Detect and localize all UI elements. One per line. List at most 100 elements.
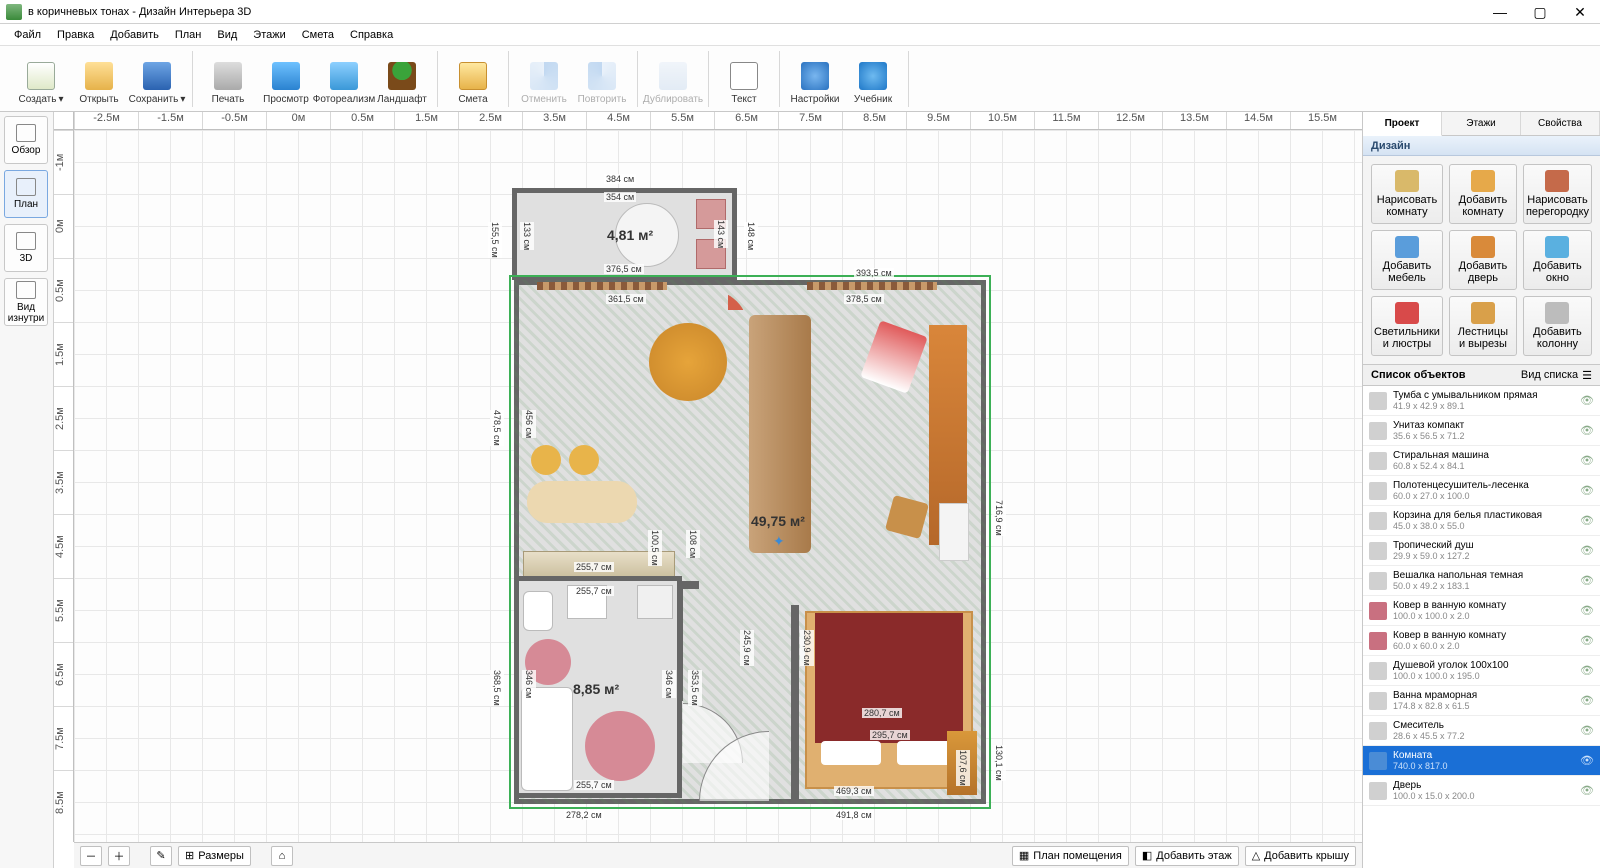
photoreal-button[interactable]: Фотореализм bbox=[315, 51, 373, 107]
object-item[interactable]: Вешалка напольная темная50.0 x 49.2 x 18… bbox=[1363, 566, 1600, 596]
visibility-icon[interactable]: 👁 bbox=[1580, 604, 1594, 617]
object-item[interactable]: Ковер в ванную комнату60.0 x 60.0 x 2.0👁 bbox=[1363, 626, 1600, 656]
stool-a[interactable] bbox=[531, 445, 561, 475]
armchair[interactable] bbox=[885, 495, 929, 539]
menu-этажи[interactable]: Этажи bbox=[245, 27, 293, 43]
ruler-tick: 2.5м bbox=[54, 386, 73, 450]
dim: 280,7 см bbox=[862, 708, 902, 718]
viewtab-plan[interactable]: План bbox=[4, 170, 48, 218]
create-button[interactable]: Создать▾ bbox=[12, 51, 70, 107]
design-btn-5[interactable]: Добавить окно bbox=[1523, 230, 1592, 290]
menu-правка[interactable]: Правка bbox=[49, 27, 102, 43]
zoom-out-button[interactable]: － bbox=[80, 846, 102, 866]
visibility-icon[interactable]: 👁 bbox=[1580, 544, 1594, 557]
design-btn-6[interactable]: Светильники и люстры bbox=[1371, 296, 1443, 356]
rp-tab-2[interactable]: Свойства bbox=[1521, 112, 1600, 135]
menu-смета[interactable]: Смета bbox=[294, 27, 342, 43]
design-btn-8[interactable]: Добавить колонну bbox=[1523, 296, 1592, 356]
design-btn-2[interactable]: Нарисовать перегородку bbox=[1523, 164, 1592, 224]
visibility-icon[interactable]: 👁 bbox=[1580, 664, 1594, 677]
preview-button[interactable]: Просмотр bbox=[257, 51, 315, 107]
toilet[interactable] bbox=[523, 591, 553, 631]
bathtub[interactable] bbox=[521, 687, 573, 791]
smeta-button[interactable]: Смета bbox=[444, 51, 502, 107]
stool-b[interactable] bbox=[569, 445, 599, 475]
add-roof-button[interactable]: △Добавить крышу bbox=[1245, 846, 1356, 866]
design-btn-7[interactable]: Лестницы и вырезы bbox=[1449, 296, 1517, 356]
object-item[interactable]: Душевой уголок 100x100100.0 x 100.0 x 19… bbox=[1363, 656, 1600, 686]
ruler-tick: 1.5м bbox=[394, 112, 458, 129]
menu-справка[interactable]: Справка bbox=[342, 27, 401, 43]
zoom-in-button[interactable]: ＋ bbox=[108, 846, 130, 866]
viewtab-3d[interactable]: 3D bbox=[4, 224, 48, 272]
visibility-icon[interactable]: 👁 bbox=[1580, 394, 1594, 407]
visibility-icon[interactable]: 👁 bbox=[1580, 634, 1594, 647]
close-button[interactable]: ✕ bbox=[1560, 0, 1600, 24]
design-btn-1[interactable]: Добавить комнату bbox=[1449, 164, 1517, 224]
settings-button[interactable]: Настройки bbox=[786, 51, 844, 107]
list-view-toggle[interactable]: Вид списка☰ bbox=[1521, 369, 1592, 382]
dim: 255,7 см bbox=[574, 780, 614, 790]
wall-seg-2[interactable] bbox=[791, 605, 799, 803]
object-item[interactable]: Полотенцесушитель-лесенка60.0 x 27.0 x 1… bbox=[1363, 476, 1600, 506]
viewtab-inside[interactable]: Вид изнутри bbox=[4, 278, 48, 326]
object-item[interactable]: Стиральная машина60.8 x 52.4 x 84.1👁 bbox=[1363, 446, 1600, 476]
add-floor-button[interactable]: ◧Добавить этаж bbox=[1135, 846, 1239, 866]
sizes-button[interactable]: ⊞Размеры bbox=[178, 846, 251, 866]
room-bath[interactable]: 8,85 м² bbox=[514, 576, 682, 798]
object-item[interactable]: Корзина для белья пластиковая45.0 x 38.0… bbox=[1363, 506, 1600, 536]
visibility-icon[interactable]: 👁 bbox=[1580, 754, 1594, 767]
object-item[interactable]: Тропический душ29.9 x 59.0 x 127.2👁 bbox=[1363, 536, 1600, 566]
save-button[interactable]: Сохранить▾ bbox=[128, 51, 186, 107]
washer[interactable] bbox=[637, 585, 673, 619]
object-item[interactable]: Унитаз компакт35.6 x 56.5 x 71.2👁 bbox=[1363, 416, 1600, 446]
design-btn-0[interactable]: Нарисовать комнату bbox=[1371, 164, 1443, 224]
print-button[interactable]: Печать bbox=[199, 51, 257, 107]
object-item[interactable]: Смеситель28.6 x 45.5 x 77.2👁 bbox=[1363, 716, 1600, 746]
visibility-icon[interactable]: 👁 bbox=[1580, 424, 1594, 437]
object-item[interactable]: Дверь100.0 x 15.0 x 200.0👁 bbox=[1363, 776, 1600, 806]
floor-plan-canvas[interactable]: 4,81 м² 384 см 354 см 376,5 см 155,5 см … bbox=[74, 130, 1362, 842]
visibility-icon[interactable]: 👁 bbox=[1580, 574, 1594, 587]
landscape-button[interactable]: Ландшафт bbox=[373, 51, 431, 107]
object-item[interactable]: Ковер в ванную комнату100.0 x 100.0 x 2.… bbox=[1363, 596, 1600, 626]
design-btn-3[interactable]: Добавить мебель bbox=[1371, 230, 1443, 290]
visibility-icon[interactable]: 👁 bbox=[1580, 784, 1594, 797]
corner-shelf[interactable] bbox=[707, 289, 749, 331]
object-item[interactable]: Комната740.0 x 817.0👁 bbox=[1363, 746, 1600, 776]
visibility-icon[interactable]: 👁 bbox=[1580, 724, 1594, 737]
menu-добавить[interactable]: Добавить bbox=[102, 27, 167, 43]
rp-tab-1[interactable]: Этажи bbox=[1442, 112, 1521, 135]
window-controls: — ▢ ✕ bbox=[1480, 0, 1600, 24]
maximize-button[interactable]: ▢ bbox=[1520, 0, 1560, 24]
menubar: ФайлПравкаДобавитьПланВидЭтажиСметаСправ… bbox=[0, 24, 1600, 46]
tutorial-button[interactable]: Учебник bbox=[844, 51, 902, 107]
open-button[interactable]: Открыть bbox=[70, 51, 128, 107]
counter[interactable] bbox=[527, 481, 637, 523]
home-button[interactable]: ⌂ bbox=[271, 846, 293, 866]
design-btn-4[interactable]: Добавить дверь bbox=[1449, 230, 1517, 290]
object-list[interactable]: Тумба с умывальником прямая41.9 x 42.9 x… bbox=[1363, 386, 1600, 868]
menu-план[interactable]: План bbox=[167, 27, 210, 43]
menu-файл[interactable]: Файл bbox=[6, 27, 49, 43]
visibility-icon[interactable]: 👁 bbox=[1580, 694, 1594, 707]
visibility-icon[interactable]: 👁 bbox=[1580, 484, 1594, 497]
ruler-tick: -1.5м bbox=[138, 112, 202, 129]
rp-tab-0[interactable]: Проект bbox=[1363, 112, 1442, 136]
bath-rug[interactable] bbox=[585, 711, 655, 781]
visibility-icon[interactable]: 👁 bbox=[1580, 514, 1594, 527]
window-right[interactable] bbox=[807, 282, 937, 290]
object-item[interactable]: Тумба с умывальником прямая41.9 x 42.9 x… bbox=[1363, 386, 1600, 416]
round-table[interactable] bbox=[649, 323, 727, 401]
visibility-icon[interactable]: 👁 bbox=[1580, 454, 1594, 467]
floorplan-button[interactable]: ▦План помещения bbox=[1012, 846, 1129, 866]
text-button[interactable]: Текст bbox=[715, 51, 773, 107]
menu-вид[interactable]: Вид bbox=[209, 27, 245, 43]
pencil-button[interactable]: ✎ bbox=[150, 846, 172, 866]
exercise-bike[interactable] bbox=[860, 320, 928, 393]
object-item[interactable]: Ванна мраморная174.8 x 82.8 x 61.5👁 bbox=[1363, 686, 1600, 716]
window-left[interactable] bbox=[537, 282, 667, 290]
minimize-button[interactable]: — bbox=[1480, 0, 1520, 24]
viewtab-obzor[interactable]: Обзор bbox=[4, 116, 48, 164]
side-table[interactable] bbox=[939, 503, 969, 561]
